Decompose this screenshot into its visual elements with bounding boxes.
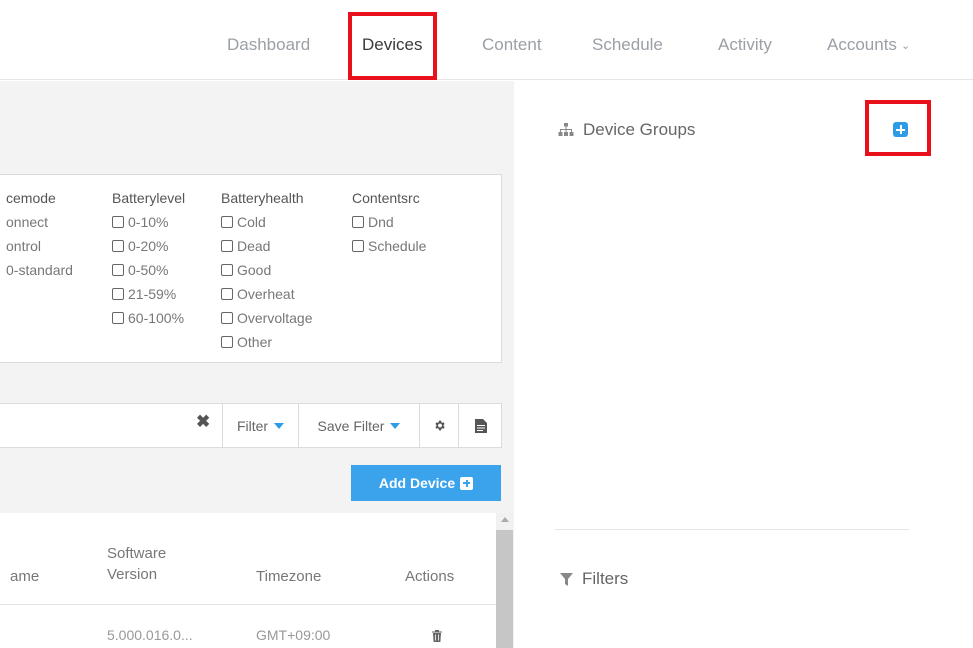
section-divider [555,529,909,530]
nav-devices[interactable]: Devices [362,35,422,55]
filter-option-label: 60-100% [128,310,185,326]
save-filter-label: Save Filter [317,417,385,434]
filters-header: Filters [560,569,628,589]
filter-option-label: Good [237,262,272,278]
filter-option[interactable]: Other [221,330,312,354]
filter-option[interactable]: 21-59% [112,282,185,306]
checkbox[interactable] [221,312,233,324]
device-groups-header: Device Groups [558,120,695,140]
column-header-actions: Actions [405,568,455,585]
filter-option[interactable]: 0-10% [112,210,185,234]
nav-accounts[interactable]: Accounts ⌄ [827,35,910,55]
filter-option[interactable]: Good [221,258,312,282]
filter-option[interactable]: 0-20% [112,234,185,258]
filter-option-label: 21-59% [128,286,177,302]
device-groups-title: Device Groups [583,120,696,139]
top-navigation: Dashboard Devices Content Schedule Activ… [0,0,973,80]
checkbox[interactable] [352,216,364,228]
save-filter-dropdown-button[interactable]: Save Filter [298,403,419,448]
software-version-cell: 5.000.016.0... [107,627,193,643]
add-device-label: Add Device [378,475,456,491]
caret-down-icon [390,422,401,429]
filter-option-label: Cold [237,214,266,230]
export-button[interactable] [458,403,502,448]
sitemap-icon [558,123,574,136]
filter-column-header: Batteryhealth [221,190,304,206]
checkbox[interactable] [221,288,233,300]
checkbox[interactable] [221,216,233,228]
nav-accounts-label: Accounts [827,35,897,54]
filter-option[interactable]: 0-standard [6,258,73,282]
filter-option-label: 0-50% [128,262,169,278]
filter-column-batteryhealth: Batteryhealth Cold Dead Good Overheat Ov… [221,186,312,354]
add-device-button[interactable]: Add Device [351,465,501,501]
filter-column-devicemode: cemode onnect ontrol 0-standard [6,186,73,282]
side-panel [514,81,973,648]
nav-dashboard[interactable]: Dashboard [227,35,310,55]
checkbox[interactable] [112,240,124,252]
plus-square-icon [460,476,474,490]
filter-option[interactable]: onnect [6,210,73,234]
filter-option[interactable]: Dnd [352,210,426,234]
column-header-line: Software [107,545,167,562]
filter-dropdown-button[interactable]: Filter [222,403,298,448]
chevron-down-icon: ⌄ [900,40,911,53]
filter-column-header: Batterylevel [112,190,186,206]
filter-option[interactable]: Overvoltage [221,306,312,330]
filter-option[interactable]: Dead [221,234,312,258]
checkbox[interactable] [112,312,124,324]
trash-icon[interactable] [432,629,442,645]
filter-option-label: Overheat [237,286,295,302]
timezone-cell: GMT+09:00 [256,627,331,643]
checkbox[interactable] [221,264,233,276]
filter-option[interactable]: 60-100% [112,306,185,330]
nav-content[interactable]: Content [482,35,542,55]
gear-icon [434,420,445,431]
checkbox[interactable] [352,240,364,252]
column-header-timezone[interactable]: Timezone [256,566,321,587]
nav-activity[interactable]: Activity [718,35,772,55]
add-group-plus-square-icon[interactable] [893,122,908,137]
scroll-up-arrow-icon[interactable] [501,517,509,522]
filter-column-header: Contentsrc [352,190,420,206]
filter-option-label: 0-10% [128,214,169,230]
close-icon[interactable]: ✖ [196,412,210,432]
caret-down-icon [274,422,285,429]
filter-button-label: Filter [236,417,269,434]
filter-column-contentsrc: Contentsrc Dnd Schedule [352,186,426,258]
filter-option[interactable]: Overheat [221,282,312,306]
funnel-icon [560,572,573,586]
checkbox[interactable] [221,240,233,252]
column-header-line: Version [107,566,158,583]
checkbox[interactable] [112,264,124,276]
checkbox[interactable] [221,336,233,348]
filter-option[interactable]: 0-50% [112,258,185,282]
column-header-software-version[interactable]: Software Version [107,543,166,585]
filters-title: Filters [582,569,629,588]
filter-option-label: Other [237,334,273,350]
filter-option[interactable]: Schedule [352,234,426,258]
column-header-name[interactable]: ame [10,566,39,587]
scrollbar-thumb[interactable] [496,530,513,648]
filter-option[interactable]: Cold [221,210,312,234]
filter-option-label: Overvoltage [237,310,313,326]
document-icon [474,418,487,433]
filter-option[interactable]: ontrol [6,234,73,258]
filter-column-header: cemode [6,190,56,206]
filter-column-batterylevel: Batterylevel 0-10% 0-20% 0-50% 21-59% 60… [112,186,185,330]
nav-schedule[interactable]: Schedule [592,35,663,55]
filter-option-label: Dead [237,238,271,254]
checkbox[interactable] [112,216,124,228]
filter-option-label: 0-20% [128,238,169,254]
checkbox[interactable] [112,288,124,300]
settings-button[interactable] [419,403,458,448]
row-divider [0,604,496,605]
filter-option-label: Dnd [368,214,394,230]
filter-option-label: Schedule [368,238,427,254]
